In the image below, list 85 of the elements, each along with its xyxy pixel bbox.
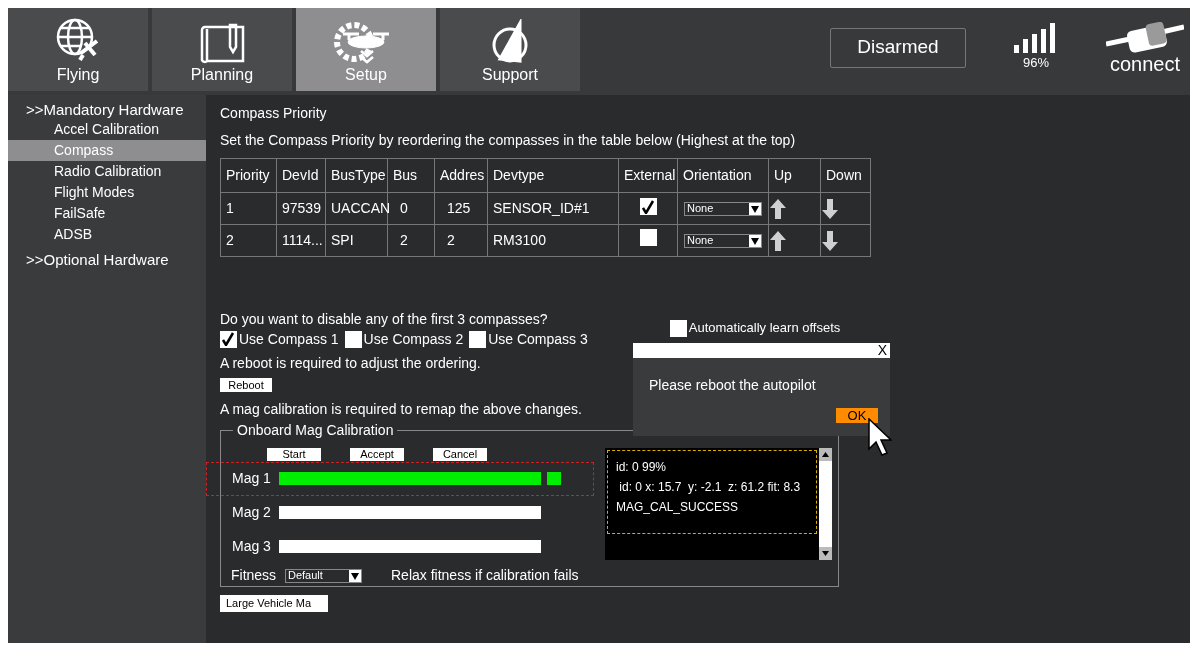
sidebar-section[interactable]: >>Mandatory Hardware [8,101,206,119]
nav-tab[interactable]: Flying [8,8,148,91]
checkbox-label: Use Compass 2 [363,329,464,349]
checkbox[interactable] [639,228,657,246]
mag-label: Mag 3 [232,536,272,556]
signal-percent: 96% [1023,53,1049,72]
log-line: id: 0 99% [616,459,668,476]
dropdown[interactable]: None [684,201,762,216]
checkbox[interactable] [344,330,362,348]
checkbox-label: Automatically learn offsets [688,319,841,338]
sidebar-item[interactable]: ADSB [8,224,206,245]
close-button[interactable]: X [874,343,890,358]
remap-note: A mag calibration is required to remap the above changes. [220,400,582,418]
connect-button[interactable]: connect [1106,21,1184,74]
nav-tab[interactable]: Support [440,8,580,91]
table-cell: 2 [387,224,435,257]
fitness-label: Fitness [231,566,278,585]
table-cell: 1114... [276,224,326,257]
table-cell: 1 [220,192,277,225]
table-cell: RM3100 [487,224,619,257]
checkbox-label: Use Compass 1 [239,329,339,349]
calibration-button[interactable]: Cancel [433,448,487,461]
dropdown[interactable]: Default [285,568,362,583]
sailboat-icon [490,19,530,65]
sidebar-item[interactable]: Radio Calibration [8,161,206,182]
down-arrow-icon[interactable] [821,229,839,252]
dialog-message: Please reboot the autopilot [648,376,817,395]
dropdown-caret-icon [749,234,761,247]
column-header: Devtype [487,158,619,193]
table-cell: 125 [434,192,488,225]
sidebar-section[interactable]: >>Optional Hardware [8,251,206,269]
checkbox-label: Use Compass 3 [488,329,588,349]
section-title: Compass Priority [220,104,328,122]
log-line: MAG_CAL_SUCCESS [616,499,740,516]
nav-tab[interactable]: Planning [152,8,292,91]
arm-status: Disarmed [830,27,966,68]
dropdown[interactable]: None [684,233,762,248]
disable-prompt: Do you want to disable any of the first 3 compasses? [220,310,548,328]
instructions: Set the Compass Priority by reordering the compasses in the table below (Highest at the top) [220,131,797,149]
dropdown-caret-icon [749,202,761,215]
table-cell: 97539 [276,192,326,225]
checkbox[interactable] [669,319,687,337]
checkbox[interactable] [220,330,237,348]
table-cell: SPI [325,224,388,257]
plug-icon [1106,21,1184,54]
check-icon [222,332,235,346]
dropdown-caret-icon [349,569,361,582]
column-header: Priority [220,158,277,193]
column-header: BusType [325,158,388,193]
column-header: Down [820,158,871,193]
log-line: id: 0 x: 15.7 y: -2.1 z: 61.2 fit: 8.3 [618,479,802,496]
scroll-up-icon[interactable] [819,448,832,461]
group-title: Onboard Mag Calibration [233,421,398,439]
reboot-button[interactable]: Reboot [220,378,272,392]
sidebar-item[interactable]: Accel Calibration [8,119,206,140]
mag-label: Mag 2 [232,503,272,522]
checkbox[interactable] [469,330,487,348]
ok-button[interactable]: OK [836,408,878,423]
column-header: Up [768,158,821,193]
large-vehicle-button[interactable]: Large Vehicle Ma [220,595,328,612]
cursor-icon [868,418,892,458]
calibration-button[interactable]: Accept [350,448,404,461]
table-cell: SENSOR_ID#1 [487,192,619,225]
signal-icon [1014,22,1058,53]
checkbox[interactable] [639,198,657,215]
scrollbar[interactable] [819,448,832,560]
up-arrow-icon[interactable] [769,197,787,220]
column-header: Bus [387,158,435,193]
sidebar-item[interactable]: Flight Modes [8,182,206,203]
table-cell: UACCAN [325,192,388,225]
mag-label: Mag 1 [232,469,272,489]
calibration-button[interactable]: Start [267,448,321,461]
scroll-down-icon[interactable] [819,547,832,560]
column-header: Addres [434,158,488,193]
sidebar-item[interactable]: FailSafe [8,203,206,224]
check-icon [641,199,655,214]
down-arrow-icon[interactable] [821,197,839,220]
column-header: External [618,158,678,193]
reboot-note: A reboot is required to adjust the ordering. [220,354,481,372]
relax-label: Relax fitness if calibration fails [391,566,579,585]
column-header: Orientation [677,158,769,193]
table-cell: 2 [434,224,488,257]
column-header: DevId [276,158,326,193]
table-cell: 2 [220,224,277,257]
up-arrow-icon[interactable] [769,229,787,252]
